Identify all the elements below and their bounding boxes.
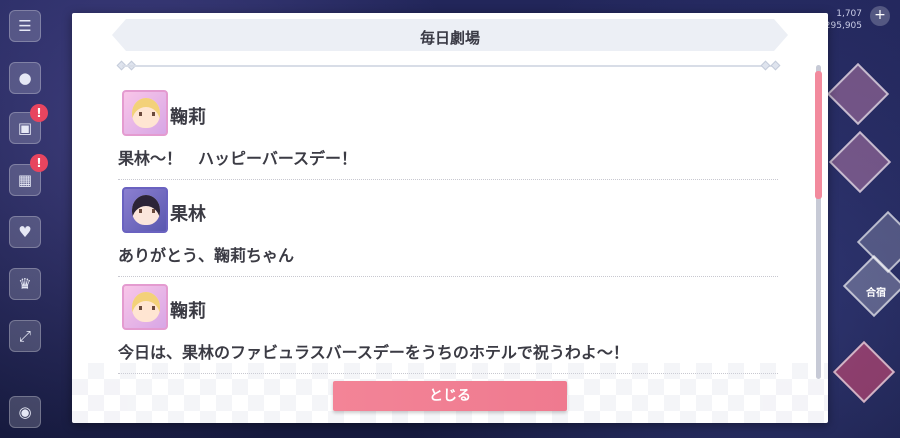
trophy-icon[interactable]: ♛: [9, 268, 41, 300]
gacha-icon[interactable]: [828, 130, 892, 194]
story-icon[interactable]: [832, 340, 896, 404]
character-avatar: [122, 284, 168, 330]
currency-display: 1,707 295,905: [825, 8, 862, 32]
divider-ornament: [760, 60, 771, 71]
close-button[interactable]: とじる: [333, 381, 567, 411]
notification-badge: !: [30, 154, 48, 172]
right-panel: + 合宿: [826, 0, 900, 438]
speaker-name: 鞠莉: [170, 107, 206, 128]
daily-theater-dialog: 毎日劇場 鞠莉 果林～！ ハッピーバースデー！ 果林 ありがとう、鞠莉ちゃん 鞠…: [72, 13, 828, 423]
profile-icon[interactable]: ◉: [9, 396, 41, 428]
speaker-name: 鞠莉: [170, 301, 206, 322]
divider-ornament: [770, 60, 781, 71]
scrollbar-thumb[interactable]: [815, 71, 822, 199]
notification-badge: !: [30, 104, 48, 122]
training-label: 合宿: [866, 288, 886, 299]
left-menu: ☰ ● ▣ ! ▦ ! ♥ ♛ ⤢ ◉: [0, 0, 52, 438]
dialogue-entry: 果林 ありがとう、鞠莉ちゃん: [118, 180, 778, 277]
dialogue-list[interactable]: 鞠莉 果林～！ ハッピーバースデー！ 果林 ありがとう、鞠莉ちゃん 鞠莉 今日は…: [118, 83, 780, 383]
add-currency-button[interactable]: +: [870, 6, 890, 26]
avatar-eyes: [139, 209, 155, 213]
dialogue-text: 今日は、果林のファビュラスバースデーをうちのホテルで祝うわよ～！: [118, 343, 629, 362]
avatar-eyes: [139, 112, 155, 116]
character-avatar: [122, 90, 168, 136]
event-icon[interactable]: [826, 62, 890, 126]
fullscreen-icon[interactable]: ⤢: [9, 320, 41, 352]
avatar-eyes: [139, 306, 155, 310]
currency-value: 295,905: [824, 21, 862, 31]
heart-icon[interactable]: ♥: [9, 216, 41, 248]
dialogue-entry: 鞠莉 果林～！ ハッピーバースデー！: [118, 83, 778, 180]
dialog-header: 毎日劇場: [112, 19, 788, 51]
dialogue-text: 果林～！ ハッピーバースデー！: [118, 149, 358, 168]
dialogue-text: ありがとう、鞠莉ちゃん: [118, 246, 295, 265]
chat-icon[interactable]: ●: [9, 62, 41, 94]
speaker-name: 果林: [170, 204, 206, 225]
menu-icon[interactable]: ☰: [9, 10, 41, 42]
character-avatar: [122, 187, 168, 233]
currency-value: 1,707: [836, 9, 862, 19]
dialogue-entry: 鞠莉 今日は、果林のファビュラスバースデーをうちのホテルで祝うわよ～！: [118, 277, 778, 374]
header-divider: [122, 65, 779, 67]
dialog-title: 毎日劇場: [419, 29, 480, 47]
